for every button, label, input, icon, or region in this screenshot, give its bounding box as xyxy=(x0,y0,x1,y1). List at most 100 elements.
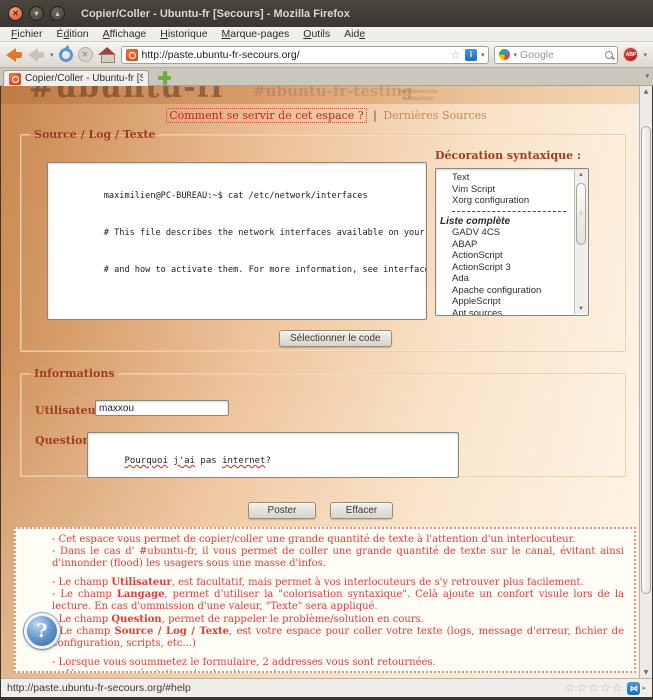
help-text-segment: , permet de rappeler le problème/solutio… xyxy=(162,614,424,625)
menu-item[interactable]: Marque-pages xyxy=(215,28,297,40)
syntax-option[interactable]: Xorg configuration xyxy=(438,195,572,207)
help-line: - Le champ Source / Log / Texte, est vot… xyxy=(52,626,624,650)
help-text-segment: Source / Log / Texte xyxy=(114,626,229,637)
search-bar[interactable]: ▾ Google xyxy=(494,46,618,64)
source-fieldset-legend: Source / Log / Texte xyxy=(30,128,159,141)
firefox-window: ✕ ▾ ▴ Copier/Coller - Ubuntu-fr [Secours… xyxy=(0,0,653,700)
url-text[interactable]: http://paste.ubuntu-fr-secours.org/ xyxy=(142,49,447,61)
active-tab[interactable]: Copier/Coller - Ubuntu-fr [Seco... xyxy=(3,70,149,86)
syntax-option[interactable]: ActionScript xyxy=(438,250,572,262)
clear-button[interactable]: Effacer xyxy=(330,502,393,519)
urlbar-action-icon[interactable]: i xyxy=(465,49,477,61)
syntax-option[interactable] xyxy=(438,207,572,216)
syntax-option-label: Xorg configuration xyxy=(452,195,529,206)
tab-list-dropdown-icon[interactable]: ▾ xyxy=(645,72,649,80)
close-button[interactable]: ✕ xyxy=(8,6,23,21)
syntax-option[interactable]: Apache configuration xyxy=(438,285,572,297)
url-bar[interactable]: http://paste.ubuntu-fr-secours.org/ ☆ i … xyxy=(121,46,490,64)
syntax-option-list: Text Vim Script Xorg configuration Liste… xyxy=(438,172,572,316)
latest-sources-link[interactable]: Dernières Sources xyxy=(383,109,486,122)
menu-item[interactable]: Affichage xyxy=(96,28,154,40)
syntax-option[interactable]: ABAP xyxy=(438,239,572,251)
scroll-down-icon[interactable]: ▼ xyxy=(640,669,652,676)
syntax-option[interactable]: Ada xyxy=(438,273,572,285)
syntax-option[interactable]: AppleScript xyxy=(438,296,572,308)
select-code-button[interactable]: Sélectionner le code xyxy=(279,330,392,347)
page-content: #ubuntu-fr #ubuntu-fr-testing EndSubsect… xyxy=(1,86,652,678)
new-tab-button[interactable] xyxy=(158,71,171,84)
search-placeholder[interactable]: Google xyxy=(520,49,602,61)
menu-item-text: É xyxy=(57,28,64,40)
syntax-option[interactable]: GADV 4CS xyxy=(438,227,572,239)
page-nav: Comment se servir de cet espace ? | Dern… xyxy=(1,109,652,122)
source-fieldset: Source / Log / Texte maximilien@PC-BUREA… xyxy=(20,128,626,352)
help-text-segment: - Le champ xyxy=(52,626,114,637)
help-line: - Le champ Langage, permet d'utiliser la… xyxy=(52,589,624,613)
syntax-option[interactable]: Liste complète xyxy=(438,216,572,228)
menu-item-text: Aid xyxy=(344,28,359,40)
syntax-option-label: ABAP xyxy=(452,239,477,250)
question-segment: internet xyxy=(222,456,265,466)
help-link[interactable]: Comment se servir de cet espace ? xyxy=(166,108,366,123)
listbox-scrollbar[interactable]: ▲ ≡ ▼ xyxy=(574,170,587,314)
source-textarea[interactable]: maximilien@PC-BUREAU:~$ cat /etc/network… xyxy=(47,162,427,320)
scroll-up-icon[interactable]: ▲ xyxy=(640,88,652,95)
scroll-up-icon[interactable]: ▲ xyxy=(575,172,587,178)
help-text-segment: - Le champ xyxy=(52,589,117,600)
stop-button[interactable]: ✕ xyxy=(78,47,93,62)
code-line xyxy=(52,276,422,313)
adblock-icon[interactable]: ABP xyxy=(623,47,638,62)
menu-item[interactable]: Aide xyxy=(337,28,372,40)
menu-item-text: ition xyxy=(69,28,88,40)
syntax-option-label: ActionScript 3 xyxy=(452,262,511,273)
maximize-button[interactable]: ▴ xyxy=(50,6,65,21)
syntax-option[interactable]: Text xyxy=(438,172,572,184)
reload-button[interactable] xyxy=(59,48,73,62)
help-text-segment: , est facultatif, mais permet à vos inte… xyxy=(172,577,584,588)
xmarks-icon[interactable]: ⋈ xyxy=(627,682,640,695)
syntax-option[interactable]: Vim Script xyxy=(438,184,572,196)
history-dropdown-icon[interactable]: ▾ xyxy=(50,51,54,59)
help-text-segment: - Cet espace vous permet de copier/colle… xyxy=(52,534,575,545)
menu-item[interactable]: Outils xyxy=(296,28,337,40)
syntax-option[interactable]: ActionScript 3 xyxy=(438,262,572,274)
urlbar-dropdown-icon[interactable]: ▾ xyxy=(481,51,485,59)
forward-button[interactable] xyxy=(28,48,45,62)
help-lines: - Cet espace vous permet de copier/colle… xyxy=(52,534,624,673)
syntax-label: Décoration syntaxique : xyxy=(435,149,581,162)
scroll-down-icon[interactable]: ▼ xyxy=(575,306,587,312)
syntax-listbox[interactable]: Text Vim Script Xorg configuration Liste… xyxy=(435,168,589,316)
menu-item[interactable]: Édition xyxy=(50,28,96,40)
page-scrollbar[interactable]: ▲ ▼ xyxy=(639,86,652,678)
back-button[interactable] xyxy=(6,48,23,62)
question-segment: pas xyxy=(195,456,222,466)
title-bar: ✕ ▾ ▴ Copier/Coller - Ubuntu-fr [Secours… xyxy=(0,0,653,27)
scrollbar-thumb[interactable] xyxy=(641,126,651,594)
bookmark-star-icon[interactable]: ☆ xyxy=(450,49,461,61)
code-segment: maximilien@PC-BUREAU:~$ cat /etc/network… xyxy=(104,191,368,201)
code-segment: # This file describes the network interf… xyxy=(104,228,427,238)
site-header-band: #ubuntu-fr #ubuntu-fr-testing EndSubsect… xyxy=(1,86,652,104)
question-segment: j'ai xyxy=(173,456,195,466)
menu-item-text: ichier xyxy=(17,28,42,40)
search-icon[interactable] xyxy=(605,51,613,59)
post-button[interactable]: Poster xyxy=(248,502,316,519)
tab-bar: Copier/Coller - Ubuntu-fr [Seco... ▾ xyxy=(0,68,653,86)
rating-stars-icon[interactable]: ☆☆☆☆☆ xyxy=(565,681,624,695)
watermark-text: EndSubsection xyxy=(399,89,438,95)
help-text-segment: Question xyxy=(111,614,161,625)
help-text-segment: - Lorsque vous soummetez le formulaire, … xyxy=(52,657,436,668)
help-line: - Cet espace vous permet de copier/colle… xyxy=(52,534,624,546)
menu-item[interactable]: Fichier xyxy=(4,28,50,40)
adblock-dropdown-icon[interactable]: ▾ xyxy=(643,51,647,59)
home-button[interactable] xyxy=(98,47,116,62)
username-input[interactable] xyxy=(95,400,229,416)
scrollbar-thumb[interactable]: ≡ xyxy=(576,183,586,245)
syntax-option-label: Apt sources xyxy=(452,308,502,317)
question-textarea[interactable]: Pourquoi j'ai pas internet? xyxy=(87,432,459,478)
search-engine-dropdown-icon[interactable]: ▾ xyxy=(513,51,517,59)
syntax-option[interactable]: Apt sources xyxy=(438,308,572,317)
nav-separator: | xyxy=(373,109,377,122)
minimize-button[interactable]: ▾ xyxy=(29,6,44,21)
menu-item[interactable]: Historique xyxy=(153,28,214,40)
